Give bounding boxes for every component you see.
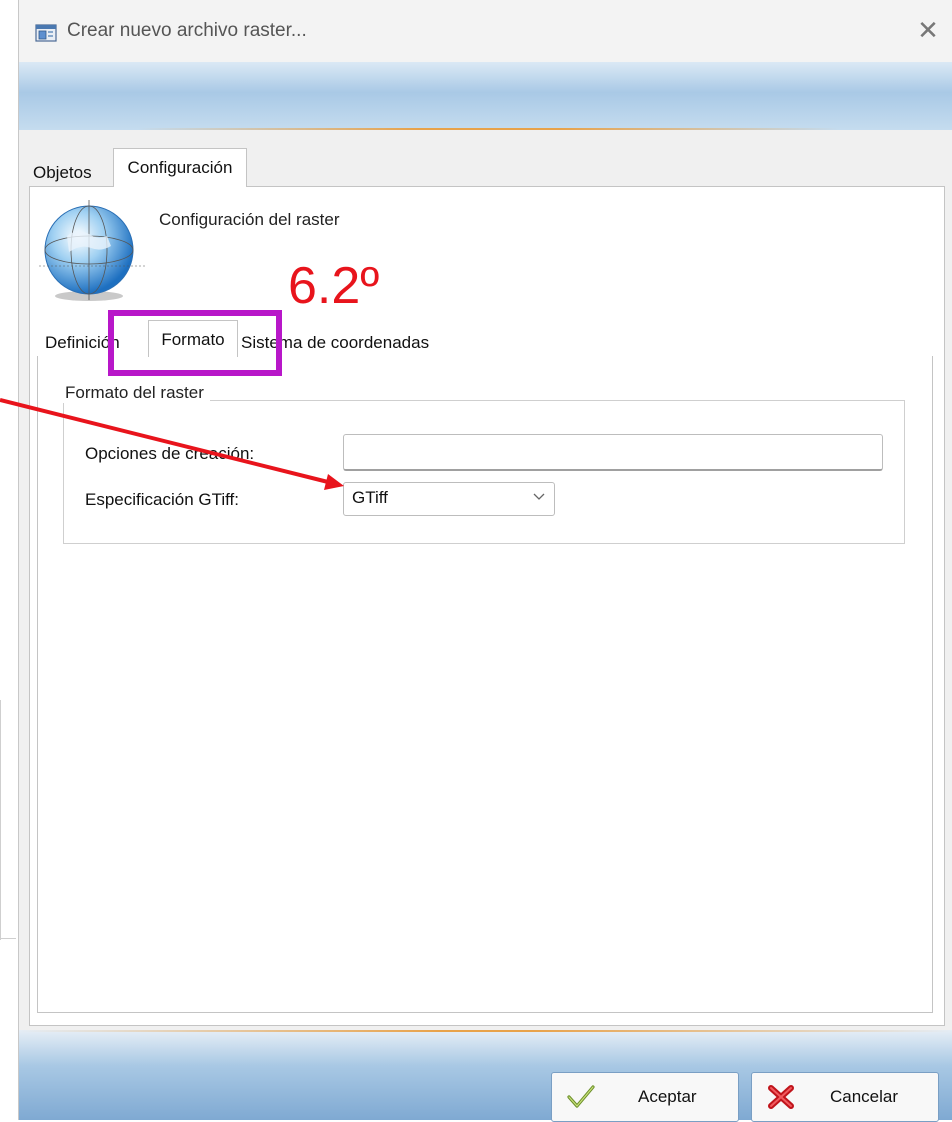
tab-configuracion-label: Configuración [127,158,233,177]
chevron-down-icon [533,493,545,500]
close-button[interactable]: ✕ [911,14,945,48]
window-app-icon [35,24,57,42]
title-bar: Crear nuevo archivo raster... ✕ [19,0,952,62]
gtiff-spec-label: Especificación GTiff: [85,490,240,509]
raster-config-heading: Configuración del raster [159,210,340,229]
tab-objetos-label: Objetos [33,163,92,182]
accept-button-label: Aceptar [638,1087,697,1106]
creation-options-label: Opciones de creación: [85,444,255,463]
creation-options-input[interactable] [343,434,883,471]
tab-configuracion[interactable]: Configuración [113,148,247,187]
cancel-x-icon [768,1085,794,1109]
window-title: Crear nuevo archivo raster... [67,20,307,41]
create-raster-dialog: Crear nuevo archivo raster... ✕ Objetos … [18,0,952,1122]
annotation-highlight-box [108,310,282,376]
cancel-button[interactable]: Cancelar [751,1072,939,1122]
tab-objetos[interactable]: Objetos [29,158,96,186]
raster-format-group [63,400,905,544]
checkmark-icon [567,1085,595,1108]
raster-format-legend: Formato del raster [59,383,210,403]
gtiff-spec-value: GTiff [352,488,388,507]
annotation-step-label: 6.2º [288,257,380,315]
cancel-button-label: Cancelar [830,1087,899,1106]
background-window-edge [0,938,16,939]
header-banner [19,62,952,130]
accept-button[interactable]: Aceptar [551,1072,739,1122]
close-icon: ✕ [917,15,939,45]
footer-accent-line [19,1030,952,1032]
globe-icon [39,200,147,301]
background-window-edge [0,700,1,940]
gtiff-spec-select[interactable]: GTiff [343,482,555,516]
